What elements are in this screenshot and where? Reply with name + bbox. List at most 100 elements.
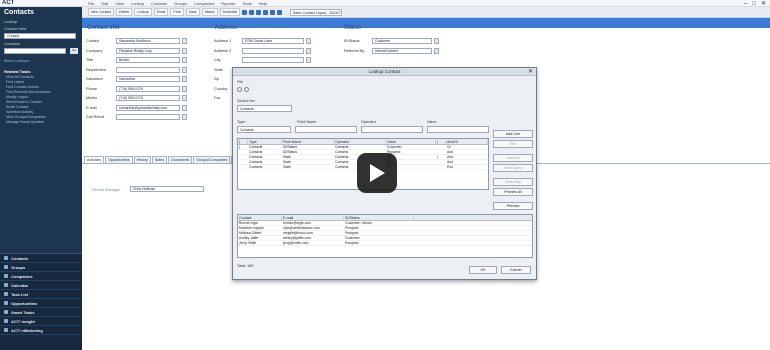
operator-select[interactable] xyxy=(361,126,423,133)
tab-history[interactable]: History xyxy=(133,156,151,163)
menu-item-contacts[interactable]: Contacts xyxy=(149,1,169,6)
column-header[interactable]: ID/Status xyxy=(344,215,414,220)
tab-documents[interactable]: Documents xyxy=(168,156,193,163)
column-header[interactable]: Contact xyxy=(238,215,282,220)
field-city[interactable] xyxy=(242,57,304,63)
dialog-file-menu[interactable]: File xyxy=(237,80,243,84)
field-dropdown-icon[interactable] xyxy=(434,47,439,54)
layout-select[interactable]: Basic Contact Layout - 1024x768 xyxy=(290,8,343,16)
field-call-result[interactable] xyxy=(116,114,180,120)
column-header[interactable]: E-mail xyxy=(282,215,344,220)
field-company[interactable]: Paradise Realty Corp xyxy=(116,47,180,54)
column-header[interactable]: And/Or xyxy=(446,139,488,144)
field-dropdown-icon[interactable] xyxy=(306,57,311,63)
nav-item-contacts[interactable]: Contacts xyxy=(0,254,82,263)
close-button[interactable]: ✕ xyxy=(761,0,766,7)
field-mobile[interactable]: (719) 555-0176 xyxy=(116,95,180,101)
menu-item-groups[interactable]: Groups xyxy=(172,1,189,6)
nav-item-calendar[interactable]: Calendar xyxy=(0,281,82,290)
lookup-field-select[interactable]: Contact xyxy=(4,33,76,39)
back-icon[interactable] xyxy=(237,87,242,92)
search-for-select[interactable]: Contacts xyxy=(237,105,292,112)
column-header[interactable]: ( xyxy=(238,139,248,144)
field-dropdown-icon[interactable] xyxy=(306,47,311,54)
nav-item-task-list[interactable]: Task List xyxy=(0,290,82,299)
field-salutation[interactable]: Samantha xyxy=(116,76,180,82)
menu-item-companies[interactable]: Companies xyxy=(192,1,216,6)
field-dropdown-icon[interactable] xyxy=(182,66,187,73)
field-title[interactable]: Broker xyxy=(116,57,180,63)
toolbar-action-icon[interactable] xyxy=(270,9,276,15)
tab-activities[interactable]: Activities xyxy=(84,156,105,163)
preview-all-button[interactable]: Preview All xyxy=(493,188,533,196)
forward-icon[interactable] xyxy=(244,87,249,92)
toolbar-action-icon[interactable] xyxy=(249,9,255,15)
field-dropdown-icon[interactable] xyxy=(182,114,187,120)
field-dropdown-icon[interactable] xyxy=(182,57,187,63)
toolbar-attach-button[interactable]: Attach xyxy=(201,8,218,16)
field-address-2[interactable] xyxy=(242,47,304,54)
table-row[interactable]: Jerry Smith jerry@smith.com Prospect xyxy=(238,241,532,246)
record-manager-field[interactable]: Chris Huffman xyxy=(130,186,204,192)
clear-map-button[interactable]: Clear Map xyxy=(493,178,533,186)
field-id-status[interactable]: Customer xyxy=(372,38,432,44)
add-line-button[interactable]: Add Line xyxy=(493,130,533,138)
menu-item-reports[interactable]: Reports xyxy=(219,1,237,6)
column-header[interactable]: Value xyxy=(386,139,436,144)
ok-button[interactable]: OK xyxy=(469,266,497,274)
menu-item-edit[interactable]: Edit xyxy=(99,1,110,6)
results-grid[interactable]: Contact E-mail ID/Status Bonnie Ingle bonni… xyxy=(237,214,533,258)
column-header[interactable]: Field Name xyxy=(282,139,334,144)
value-select[interactable] xyxy=(427,126,489,133)
play-video-icon[interactable] xyxy=(357,153,397,193)
column-header[interactable]: Operator xyxy=(334,139,386,144)
toolbar-new-contact-button[interactable]: New Contact xyxy=(88,8,115,16)
toolbar-action-icon[interactable] xyxy=(256,9,262,15)
field-name-select[interactable] xyxy=(295,126,357,133)
nav-item-companies[interactable]: Companies xyxy=(0,272,82,281)
field-contact[interactable]: Samantha Smithson xyxy=(116,38,180,44)
nav-item-act-emarketing[interactable]: ACT! eMarketing xyxy=(0,326,82,335)
field-dropdown-icon[interactable] xyxy=(182,95,187,101)
menu-item-lookup[interactable]: Lookup xyxy=(129,1,146,6)
maximize-button[interactable]: □ xyxy=(752,1,756,7)
field-dropdown-icon[interactable] xyxy=(182,85,187,92)
menu-item-view[interactable]: View xyxy=(113,1,126,6)
column-header[interactable]: Type xyxy=(248,139,282,144)
menu-item-help[interactable]: Help xyxy=(257,1,269,6)
field-dropdown-icon[interactable] xyxy=(182,76,187,82)
toolbar-schedule-button[interactable]: Schedule xyxy=(219,8,241,16)
field-e-mail[interactable]: samantha@paradiserealty.com xyxy=(116,104,180,111)
minimize-button[interactable]: – xyxy=(744,1,747,7)
lookup-value-input[interactable] xyxy=(4,48,66,54)
save-query-button[interactable]: Save Query xyxy=(493,164,533,172)
field-phone[interactable]: (719) 555-0179 xyxy=(116,85,180,92)
edit-button[interactable]: Edit xyxy=(493,140,533,148)
menu-item-file[interactable]: File xyxy=(86,1,96,6)
toolbar-email-button[interactable]: Email xyxy=(153,8,169,16)
field-dropdown-icon[interactable] xyxy=(306,38,311,44)
field-dropdown-icon[interactable] xyxy=(182,47,187,54)
toolbar-save-button[interactable]: Save xyxy=(185,8,200,16)
nav-item-act-insight[interactable]: ACT! Insight xyxy=(0,317,82,326)
tab-opportunities[interactable]: Opportunities xyxy=(105,156,133,163)
nav-item-smart-tasks[interactable]: Smart Tasks xyxy=(0,308,82,317)
field-referred-by[interactable]: Internet Advert xyxy=(372,47,432,54)
dialog-close-icon[interactable]: ✕ xyxy=(528,68,533,75)
toolbar-lookup-button[interactable]: Lookup xyxy=(134,8,152,16)
tab-notes[interactable]: Notes xyxy=(151,156,168,163)
column-header[interactable]: ) xyxy=(436,139,446,144)
type-select[interactable]: Contacts xyxy=(237,126,291,133)
field-department[interactable] xyxy=(116,66,180,73)
cancel-button[interactable]: Cancel xyxy=(501,266,531,274)
more-lookups-link[interactable]: More Lookups xyxy=(0,57,82,64)
field-dropdown-icon[interactable] xyxy=(434,38,439,44)
field-dropdown-icon[interactable] xyxy=(182,104,187,111)
toolbar-delete-button[interactable]: Delete xyxy=(116,8,133,16)
toolbar-action-icon[interactable] xyxy=(242,9,248,15)
menu-item-tools[interactable]: Tools xyxy=(240,1,253,6)
field-address-1[interactable]: 5755 Cedar Lane xyxy=(242,38,304,44)
related-task-link[interactable]: Manage Social Updates xyxy=(0,120,82,125)
go-button[interactable]: Go xyxy=(70,48,78,54)
preview-button[interactable]: Preview xyxy=(493,202,533,210)
